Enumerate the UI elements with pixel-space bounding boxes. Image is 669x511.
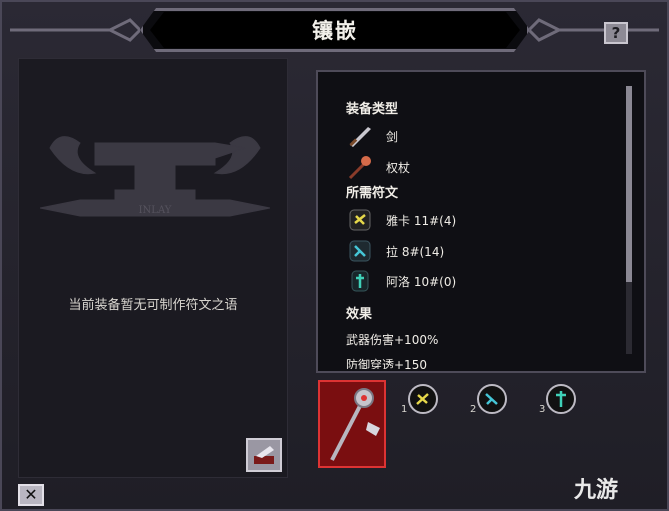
effects-heading: 效果 [346,307,373,322]
rune-socket-1[interactable] [406,382,440,416]
rune-socket-number: 2 [470,404,477,415]
equipment-type-label: 权杖 [386,160,411,175]
rune-row: 雅卡 11#(4) [346,207,456,233]
anvil-icon: INLAY [40,136,270,217]
rune-socket-number: 1 [401,404,408,415]
close-button[interactable]: ✕ [18,484,44,506]
rune-socket-number: 3 [539,404,546,415]
effect-line: 武器伤害+100% [346,333,439,347]
equipment-type-label: 剑 [386,129,399,144]
watermark: 九游 [574,478,619,503]
window-title: 镶嵌 [150,12,520,48]
anvil-label: INLAY [139,205,172,216]
rune-label: 拉 8#(14) [386,244,445,259]
ornament-left-icon [10,18,140,42]
scepter-icon [330,388,380,461]
rune-socket-3[interactable] [544,382,578,416]
hammer-icon [254,446,274,464]
ornament-right-icon [529,18,659,42]
rune-socket-2[interactable] [475,382,509,416]
empty-message: 当前装备暂无可制作符文之语 [68,298,238,313]
equipment-type-scepter: 权杖 [346,154,410,180]
equipment-type-heading: 装备类型 [346,102,399,117]
rune-label: 阿洛 10#(0) [386,274,457,289]
rune-cyan-icon [349,240,371,262]
rune-yellow-icon [349,209,371,231]
equipment-type-sword: 剑 [346,123,398,149]
required-runes-heading: 所需符文 [346,186,399,201]
scrollbar-thumb[interactable] [626,86,632,282]
rune-teal-icon [351,270,369,292]
rune-row: 阿洛 10#(0) [346,268,456,294]
effect-line: 防御穿透+150 [346,358,427,369]
equipment-slot[interactable] [318,380,386,468]
craft-button[interactable] [246,438,282,472]
help-button[interactable]: ? [604,22,628,44]
scepter-icon [348,156,371,180]
rune-label: 雅卡 11#(4) [386,213,457,228]
sword-icon [349,127,371,147]
rune-row: 拉 8#(14) [346,238,444,264]
